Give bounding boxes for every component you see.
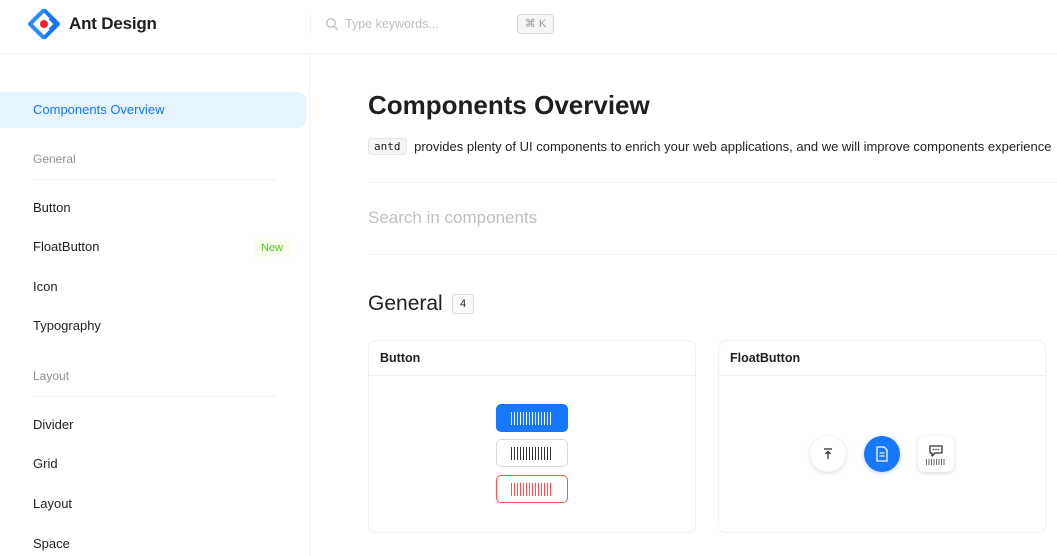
vertical-align-top-icon (824, 448, 832, 459)
default-button-preview (496, 439, 568, 467)
comment-icon (929, 444, 943, 457)
sidebar-item-floatbutton[interactable]: FloatButton New (0, 229, 306, 265)
divider (368, 254, 1057, 255)
card-preview (719, 376, 1045, 533)
square-float-button (918, 436, 954, 472)
placeholder-label-icon (511, 482, 553, 496)
search-input[interactable] (345, 12, 515, 36)
sidebar-item-label: Space (33, 536, 70, 551)
sidebar-item-label: Components Overview (33, 102, 165, 117)
section-title-general: General (368, 292, 443, 315)
sidebar-item-space[interactable]: Space (0, 526, 306, 556)
sidebar-item-layout[interactable]: Layout (0, 486, 306, 522)
intro-description: provides plenty of UI components to enri… (414, 139, 1052, 154)
placeholder-label-icon (511, 411, 553, 425)
keyboard-shortcut-hint: ⌘ K (517, 14, 554, 34)
header-search: ⌘ K (325, 12, 565, 36)
component-card-floatbutton[interactable]: FloatButton (718, 340, 1046, 533)
sidebar-group-layout: Layout (33, 369, 70, 383)
sidebar-item-components-overview[interactable]: Components Overview (0, 92, 306, 128)
card-title: Button (369, 341, 695, 376)
back-to-top-float-button (810, 436, 846, 472)
sidebar-item-button[interactable]: Button (0, 190, 306, 226)
danger-button-preview (496, 475, 568, 503)
sidebar-item-label: Typography (33, 318, 101, 333)
divider (368, 182, 1057, 183)
sidebar-menu: Components Overview General Button Float… (0, 54, 310, 556)
sidebar-group-divider (33, 396, 276, 397)
sidebar-item-label: Divider (33, 417, 74, 432)
primary-float-button (864, 436, 900, 472)
component-card-button[interactable]: Button (368, 340, 696, 533)
header-divider (310, 14, 311, 34)
sidebar-item-label: Icon (33, 279, 58, 294)
placeholder-label-icon (511, 446, 553, 460)
card-title: FloatButton (719, 341, 1045, 376)
component-count-badge: 4 (452, 294, 474, 314)
brand-name[interactable]: Ant Design (69, 14, 157, 34)
sidebar-item-label: Grid (33, 456, 58, 471)
sidebar-item-divider[interactable]: Divider (0, 407, 306, 443)
file-text-icon (876, 446, 888, 462)
card-preview (369, 376, 695, 533)
new-tag: New (253, 239, 290, 257)
placeholder-label-icon (926, 458, 946, 465)
primary-button-preview (496, 404, 568, 432)
page-title: Components Overview (368, 90, 650, 120)
sidebar-item-label: Layout (33, 496, 73, 511)
ant-design-logo-icon[interactable] (28, 9, 60, 39)
sidebar-item-label: Button (33, 200, 71, 215)
intro-text: antd provides plenty of UI components to… (368, 138, 1051, 155)
code-snippet: antd (368, 138, 407, 155)
sidebar-item-icon[interactable]: Icon (0, 269, 306, 305)
sidebar-item-label: FloatButton (33, 239, 100, 254)
search-icon (326, 18, 339, 31)
sidebar-item-grid[interactable]: Grid (0, 446, 306, 482)
top-header: Ant Design ⌘ K (0, 0, 1057, 54)
sidebar-group-divider (33, 179, 276, 180)
component-search-input[interactable] (368, 204, 1028, 232)
sidebar-group-general: General (33, 152, 76, 166)
sidebar-item-typography[interactable]: Typography (0, 308, 306, 344)
main-content: Components Overview antd provides plenty… (368, 54, 1057, 556)
